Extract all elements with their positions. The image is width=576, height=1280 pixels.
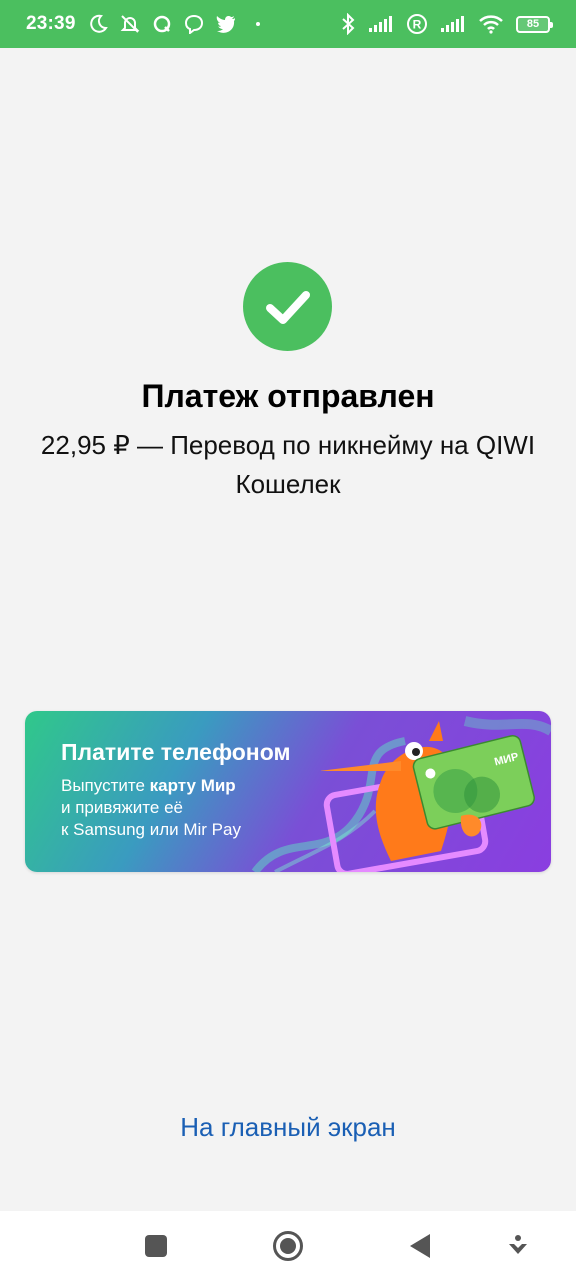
status-time: 23:39	[26, 13, 76, 34]
back-triangle-icon[interactable]	[394, 1211, 446, 1280]
signal-icon	[368, 15, 394, 33]
system-nav-bar	[0, 1211, 576, 1280]
roaming-icon: R	[406, 13, 428, 35]
banner-line-2: и привяжите её	[61, 798, 183, 817]
status-bar-left: 23:39	[26, 13, 260, 35]
wifi-icon	[478, 14, 504, 34]
bluetooth-icon	[340, 13, 356, 35]
result-title: Платеж отправлен	[141, 378, 435, 414]
home-circle-icon[interactable]	[262, 1211, 314, 1280]
notification-dot	[255, 22, 260, 26]
banner-title: Платите телефоном	[61, 739, 291, 765]
svg-text:R: R	[413, 18, 422, 32]
status-bar: 23:39 R 85	[0, 0, 576, 48]
recents-square-icon[interactable]	[130, 1211, 182, 1280]
success-check-icon	[243, 262, 332, 351]
bell-off-icon	[120, 14, 140, 34]
home-screen-link[interactable]: На главный экран	[0, 1112, 576, 1143]
moon-icon	[88, 14, 108, 34]
kiwi-bird-card-illustration: МИР	[321, 721, 535, 872]
status-bar-right: R 85	[340, 13, 553, 35]
battery-indicator: 85	[516, 15, 553, 33]
chat-icon	[152, 14, 172, 34]
promo-banner[interactable]: Платите телефоном Выпустите карту Мир и …	[25, 711, 551, 872]
viber-icon	[184, 14, 204, 34]
twitter-icon	[216, 15, 236, 33]
result-subtitle: 22,95 ₽ — Перевод по никнейму на QIWI Ко…	[40, 430, 536, 499]
signal-icon	[440, 15, 466, 33]
banner-line-3: к Samsung или Mir Pay	[61, 820, 241, 839]
banner-text: Выпустите карту Мир и привяжите её к Sam…	[61, 775, 241, 841]
banner-line-1-prefix: Выпустите	[61, 776, 150, 795]
assistant-icon[interactable]	[496, 1211, 540, 1280]
banner-line-1-bold: карту Мир	[149, 776, 236, 795]
banner-line-1: Выпустите карту Мир	[61, 775, 241, 797]
